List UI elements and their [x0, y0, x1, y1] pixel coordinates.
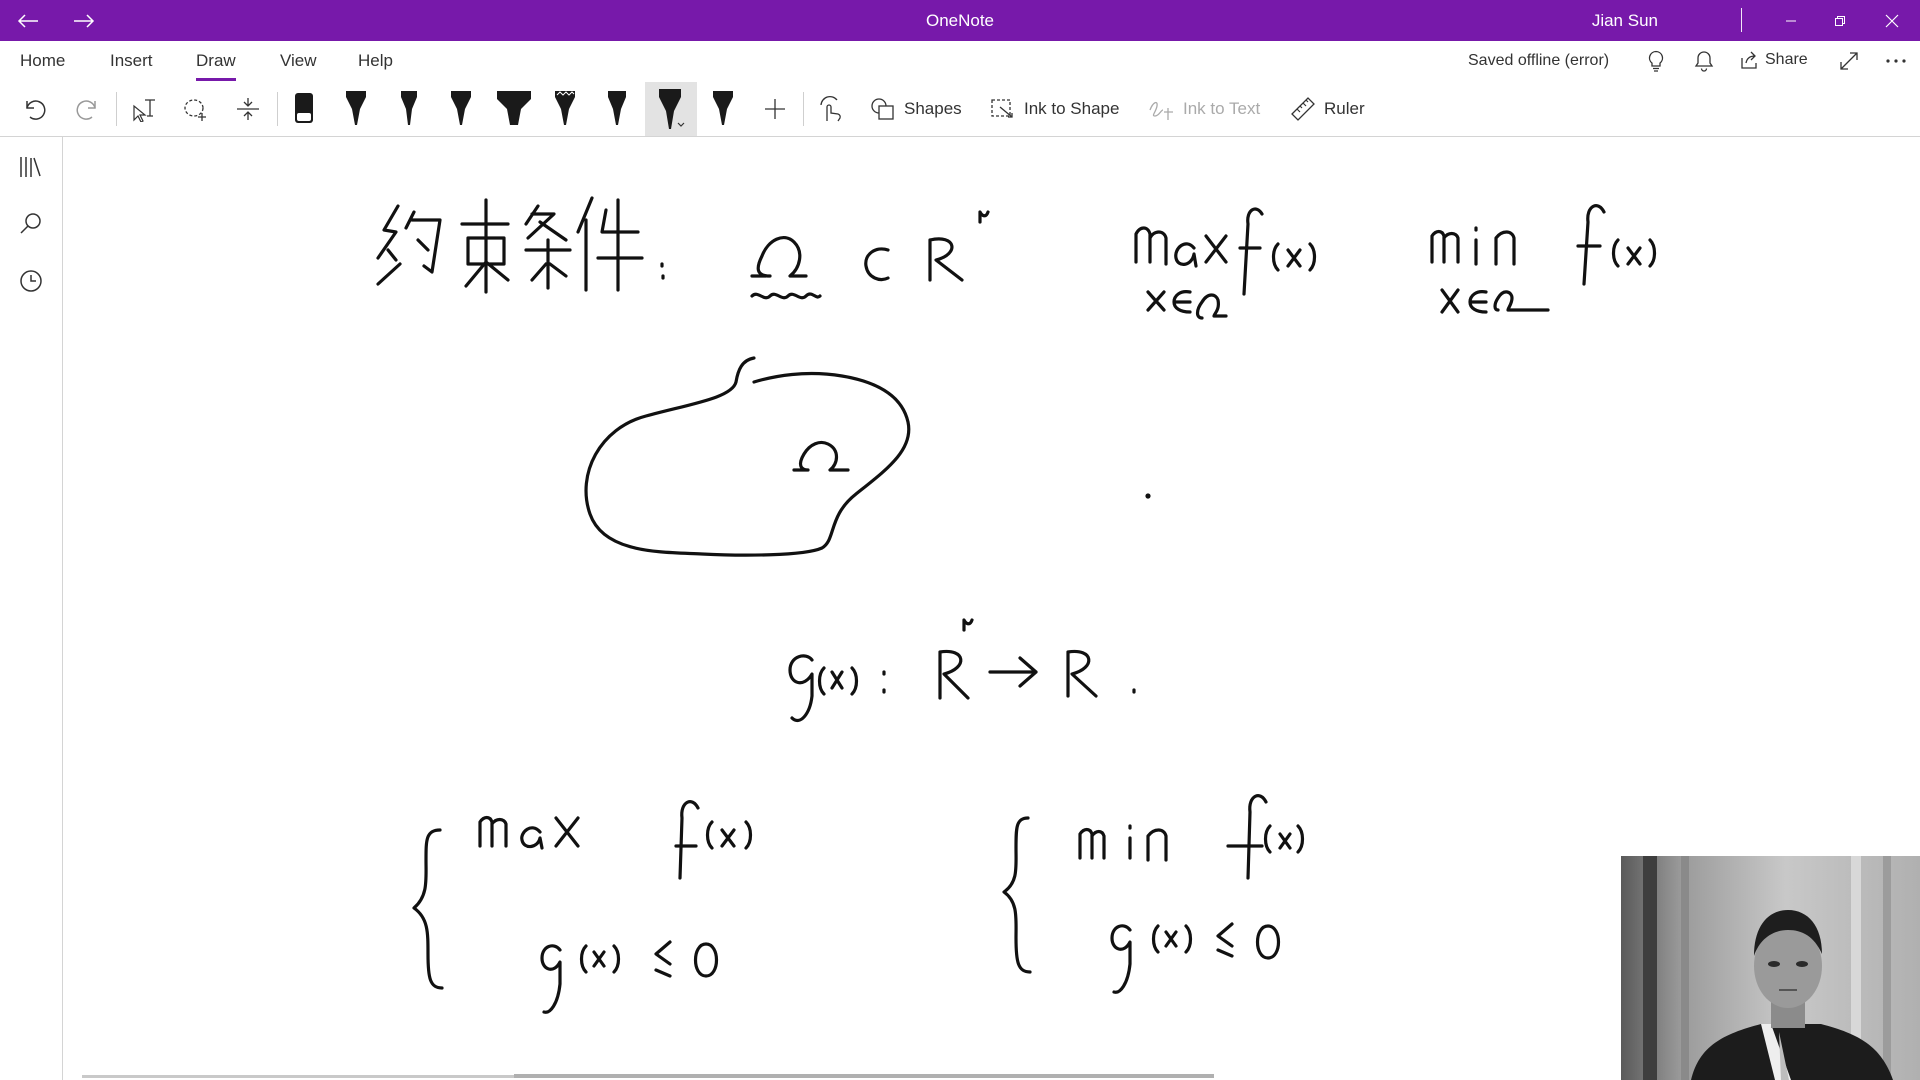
minimize-button[interactable] [1769, 0, 1813, 41]
touch-draw-icon [820, 96, 841, 122]
ink-g-mapping [788, 618, 1136, 723]
eraser-button[interactable] [287, 89, 321, 129]
tab-insert[interactable]: Insert [110, 51, 153, 71]
title-bar: OneNote Jian Sun [0, 0, 1920, 41]
draw-toolbar: Shapes Ink to Shape Ink to Text Ruler [0, 82, 1920, 137]
eraser-icon [295, 93, 313, 123]
lasso-icon [184, 99, 206, 121]
toolbar-divider [803, 92, 804, 126]
more-icon [1886, 59, 1906, 63]
insert-space-icon [237, 98, 259, 120]
ink-constraint-chinese [376, 196, 665, 294]
ink-system-min [1002, 794, 1305, 994]
ink-to-text-button[interactable]: Ink to Text [1147, 82, 1260, 136]
tab-help[interactable]: Help [358, 51, 393, 71]
ink-to-shape-label: Ink to Shape [1024, 99, 1120, 118]
recent-notes-button[interactable] [17, 267, 45, 295]
lightbulb-icon [1648, 50, 1664, 72]
pen-icon [346, 91, 366, 125]
pen-icon [659, 89, 685, 129]
undo-icon [26, 100, 46, 120]
add-space-button[interactable] [230, 89, 266, 129]
highlighter-1[interactable] [495, 89, 533, 129]
ruler-label: Ruler [1324, 99, 1365, 118]
ink-region-blob [584, 356, 911, 557]
tab-view[interactable]: View [280, 51, 317, 71]
share-icon [1741, 51, 1757, 69]
bell-icon [1694, 51, 1714, 72]
undo-button[interactable] [16, 89, 52, 129]
title-divider [1741, 8, 1742, 32]
lasso-select-button[interactable] [178, 89, 214, 129]
presenter-video [1621, 856, 1920, 1080]
forward-button[interactable] [64, 0, 104, 41]
clock-icon [20, 270, 42, 292]
fullscreen-button[interactable] [1836, 48, 1862, 74]
close-button[interactable] [1870, 0, 1914, 41]
pen-1[interactable] [339, 89, 373, 129]
restore-button[interactable] [1818, 0, 1862, 41]
back-button[interactable] [8, 0, 48, 41]
ink-to-shape-icon [991, 99, 1013, 118]
notebooks-button[interactable] [17, 153, 45, 181]
plus-icon [765, 99, 785, 119]
pen-icon [401, 91, 417, 125]
ruler-icon [1291, 97, 1315, 121]
left-navigation [0, 137, 63, 1080]
add-pen-button[interactable] [758, 89, 792, 129]
search-button[interactable] [17, 209, 45, 237]
tell-me-button[interactable] [1643, 48, 1669, 74]
restore-icon [1835, 15, 1845, 26]
horizontal-scrollbar-thumb[interactable] [514, 1074, 1214, 1078]
close-icon [1885, 14, 1899, 27]
ink-stray-dot [1145, 493, 1151, 499]
ruler-button[interactable]: Ruler [1290, 82, 1365, 136]
tab-draw[interactable]: Draw [196, 51, 236, 81]
toolbar-divider [116, 92, 117, 126]
share-button[interactable]: Share [1739, 50, 1808, 70]
shapes-button[interactable]: Shapes [870, 82, 962, 136]
ribbon-tabs: Home Insert Draw View Help [0, 41, 1920, 82]
ink-min-fx-omega [1430, 204, 1657, 314]
pen-6[interactable] [706, 89, 740, 129]
pen-4[interactable] [548, 89, 582, 129]
notifications-button[interactable] [1691, 48, 1717, 74]
toolbar-divider [277, 92, 278, 126]
ink-system-max [412, 800, 753, 1014]
cursor-text-icon [133, 99, 155, 122]
pen-3[interactable] [444, 89, 478, 129]
webcam-overlay [1621, 856, 1920, 1080]
ink-to-text-icon [1149, 101, 1173, 120]
pen-icon [555, 91, 575, 125]
notebooks-icon [20, 157, 41, 177]
share-label: Share [1765, 51, 1808, 68]
shapes-icon [871, 98, 894, 120]
type-select-button[interactable] [126, 89, 162, 129]
ink-to-shape-button[interactable]: Ink to Shape [990, 82, 1119, 136]
user-name[interactable]: Jian Sun [1592, 0, 1658, 41]
pen-icon [608, 91, 626, 125]
pen-5[interactable] [600, 89, 634, 129]
minimize-icon [1786, 20, 1796, 21]
more-button[interactable] [1883, 48, 1909, 74]
redo-button[interactable] [70, 89, 106, 129]
pen-icon [713, 91, 733, 125]
expand-icon [1840, 52, 1858, 70]
save-status[interactable]: Saved offline (error) [1468, 52, 1609, 70]
tab-home[interactable]: Home [20, 51, 65, 71]
highlighter-icon [497, 91, 531, 125]
search-icon [20, 213, 41, 234]
arrow-right-icon [74, 13, 95, 28]
pen-selected[interactable] [645, 82, 697, 136]
shapes-label: Shapes [904, 99, 962, 118]
redo-icon [76, 100, 96, 120]
ink-to-text-label: Ink to Text [1183, 99, 1261, 118]
ink-region-omega [792, 440, 850, 472]
pen-2[interactable] [392, 89, 426, 129]
arrow-left-icon [17, 13, 38, 28]
pen-icon [451, 91, 471, 125]
ink-max-fx-omega [1134, 207, 1317, 320]
touch-draw-button[interactable] [813, 89, 849, 129]
ink-omega-subset-rn [750, 210, 990, 300]
